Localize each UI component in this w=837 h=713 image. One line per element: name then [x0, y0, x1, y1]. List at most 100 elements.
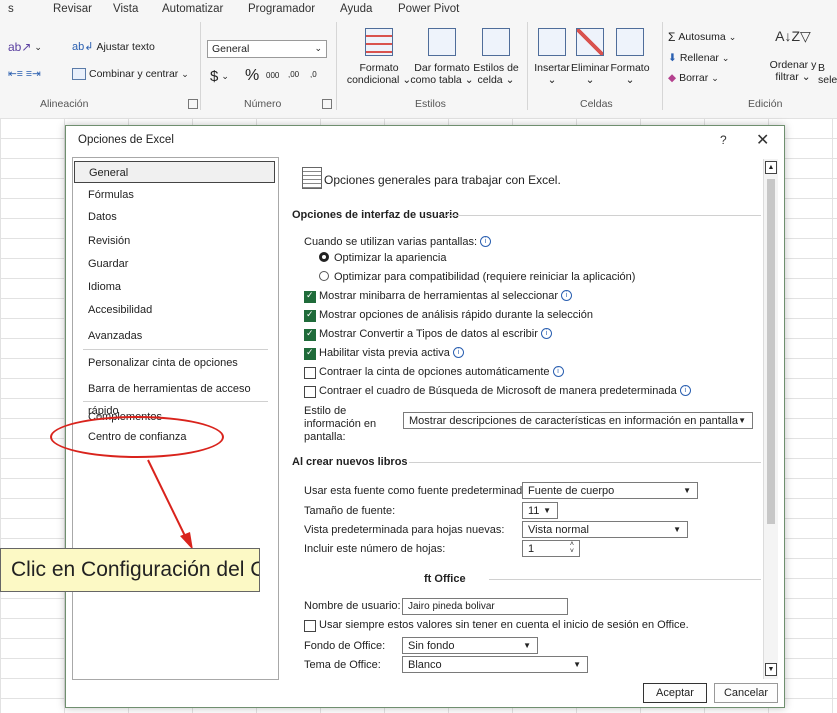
nav-item-formulas[interactable]: Fórmulas — [74, 184, 275, 206]
merge-center-button[interactable]: Combinar y centrar ⌄ — [72, 68, 189, 80]
tab-power-pivot[interactable]: Power Pivot — [398, 3, 459, 15]
percent-button[interactable]: % — [245, 67, 259, 85]
section-divider — [489, 579, 761, 580]
sort-filter-label-2: filtrar — [775, 71, 799, 83]
radio-optimize-appearance[interactable] — [319, 252, 329, 262]
indent-icon: ⇤≡ ≡⇥ — [8, 68, 41, 80]
checkbox-minibar[interactable] — [304, 290, 316, 303]
decrease-decimal-button[interactable]: ,0 — [310, 70, 317, 79]
format-as-table-label: Dar formato — [414, 62, 470, 74]
clear-button[interactable]: ◆ Borrar ⌄ — [668, 72, 719, 84]
tooltip-style-select[interactable]: Mostrar descripciones de características… — [403, 412, 753, 429]
nav-item-data[interactable]: Datos — [74, 206, 275, 228]
info-icon[interactable]: i — [540, 328, 552, 339]
minibar-text: Mostrar minibarra de herramientas al sel… — [319, 290, 559, 302]
autosum-button[interactable]: Σ Autosuma ⌄ — [668, 30, 736, 44]
sheet-count-label: Incluir este número de hojas: — [304, 543, 446, 555]
conditional-format-icon — [365, 28, 393, 56]
nav-item-customize-ribbon[interactable]: Personalizar cinta de opciones — [74, 352, 275, 374]
cell-styles-button[interactable]: Estilos de celda ⌄ — [472, 28, 520, 86]
ribbon-divider — [662, 22, 663, 110]
delete-cells-button[interactable]: Eliminar ⌄ — [570, 28, 610, 86]
wrap-text-icon: ab↲ — [72, 41, 94, 53]
nav-item-proofing[interactable]: Revisión — [74, 230, 275, 252]
tab-automatizar[interactable]: Automatizar — [162, 3, 223, 15]
sort-icon: A↓Z▽ — [775, 28, 811, 44]
info-icon[interactable]: i — [480, 236, 492, 247]
checkbox-live-preview[interactable] — [304, 347, 316, 360]
nav-item-language[interactable]: Idioma — [74, 276, 275, 298]
tab-programador[interactable]: Programador — [248, 3, 315, 15]
number-format-select[interactable]: General ⌄ — [207, 40, 327, 58]
sort-filter-button[interactable]: A↓Z▽ Ordenar y filtrar ⌄ — [768, 28, 818, 83]
checkbox-convert-data-types[interactable] — [304, 328, 316, 341]
format-as-table-button[interactable]: Dar formato como tabla ⌄ — [410, 28, 474, 86]
dialog-title: Opciones de Excel — [78, 134, 174, 146]
tab-partial[interactable]: s — [8, 3, 14, 15]
format-cells-button[interactable]: Formato ⌄ — [610, 28, 650, 86]
dropdown-arrow-icon: ▼ — [683, 486, 691, 495]
eraser-icon: ◆ — [668, 72, 677, 84]
username-input[interactable]: Jairo pineda bolivar — [402, 598, 568, 615]
checkbox-quick-analysis[interactable] — [304, 309, 316, 322]
cell-styles-label: Estilos de — [473, 62, 519, 74]
font-size-value: 11 — [528, 504, 540, 517]
info-icon[interactable]: i — [561, 290, 573, 301]
tab-vista[interactable]: Vista — [113, 3, 138, 15]
default-font-value: Fuente de cuerpo — [528, 484, 615, 497]
currency-button[interactable]: $ ⌄ — [210, 68, 229, 85]
annotation-arrow-icon — [147, 459, 193, 550]
cancel-button[interactable]: Cancelar — [714, 683, 778, 703]
checkbox-collapse-search[interactable] — [304, 386, 316, 398]
info-icon[interactable]: i — [552, 366, 564, 377]
default-view-label: Vista predeterminada para hojas nuevas: — [304, 524, 505, 536]
ribbon-divider — [336, 22, 337, 110]
tab-ayuda[interactable]: Ayuda — [340, 3, 372, 15]
close-button[interactable]: ✕ — [756, 130, 769, 150]
stepper-arrows-icon[interactable]: ˄ ˅ — [570, 541, 574, 555]
default-font-select[interactable]: Fuente de cuerpo ▼ — [522, 482, 698, 499]
scroll-up-icon[interactable]: ▲ — [765, 161, 777, 174]
tab-revisar[interactable]: Revisar — [53, 3, 92, 15]
indent-buttons[interactable]: ⇤≡ ≡⇥ — [8, 68, 41, 80]
find-select-button[interactable]: B selec — [818, 62, 837, 86]
sheet-count-stepper[interactable]: 1 ˄ ˅ — [522, 540, 580, 557]
nav-item-general[interactable]: General — [74, 161, 275, 183]
help-button[interactable]: ? — [720, 133, 727, 147]
font-size-label: Tamaño de fuente: — [304, 505, 396, 517]
thousands-button[interactable]: 000 — [266, 71, 279, 80]
office-theme-select[interactable]: Blanco ▼ — [402, 656, 588, 673]
autosum-label: Autosuma — [678, 31, 726, 43]
radio-optimize-compatibility[interactable] — [319, 271, 329, 281]
nav-item-quick-access-toolbar[interactable]: Barra de herramientas de acceso rápido — [74, 378, 275, 417]
insert-cells-button[interactable]: Insertar ⌄ — [532, 28, 572, 86]
ribbon-divider — [527, 22, 528, 110]
conditional-format-button[interactable]: Formato condicional ⌄ — [344, 28, 414, 86]
font-size-select[interactable]: 11 ▼ — [522, 502, 558, 519]
dropdown-arrow-icon: ▼ — [673, 525, 681, 534]
number-dialog-launcher-icon[interactable] — [322, 99, 332, 109]
scroll-down-icon[interactable]: ▼ — [765, 663, 777, 676]
nav-item-save[interactable]: Guardar — [74, 253, 275, 275]
nav-item-advanced[interactable]: Avanzadas — [74, 325, 275, 347]
fill-button[interactable]: ⬇ Rellenar ⌄ — [668, 52, 729, 64]
multi-screen-label: Cuando se utilizan varias pantallas: i — [304, 236, 492, 248]
increase-decimal-button[interactable]: ,00 — [288, 70, 299, 79]
info-icon[interactable]: i — [679, 385, 691, 396]
default-view-select[interactable]: Vista normal ▼ — [522, 521, 688, 538]
content-scrollbar[interactable]: ▲ ▼ — [763, 159, 778, 679]
alignment-dialog-launcher-icon[interactable] — [188, 99, 198, 109]
checkbox-live-preview-label: Habilitar vista previa activa i — [319, 347, 464, 359]
checkbox-minibar-label: Mostrar minibarra de herramientas al sel… — [319, 290, 573, 302]
scroll-thumb[interactable] — [767, 179, 775, 524]
ok-button[interactable]: Aceptar — [643, 683, 707, 703]
checkbox-always-use[interactable] — [304, 620, 316, 632]
info-icon[interactable]: i — [452, 347, 464, 358]
currency-label: $ — [210, 68, 219, 85]
wrap-text-button[interactable]: ab↲ Ajustar texto — [72, 40, 155, 54]
orientation-button[interactable]: ab↗ ⌄ — [8, 40, 42, 54]
dropdown-arrow-icon: ▼ — [573, 660, 581, 669]
nav-item-accessibility[interactable]: Accesibilidad — [74, 299, 275, 321]
office-background-select[interactable]: Sin fondo ▼ — [402, 637, 538, 654]
checkbox-collapse-ribbon[interactable] — [304, 367, 316, 379]
